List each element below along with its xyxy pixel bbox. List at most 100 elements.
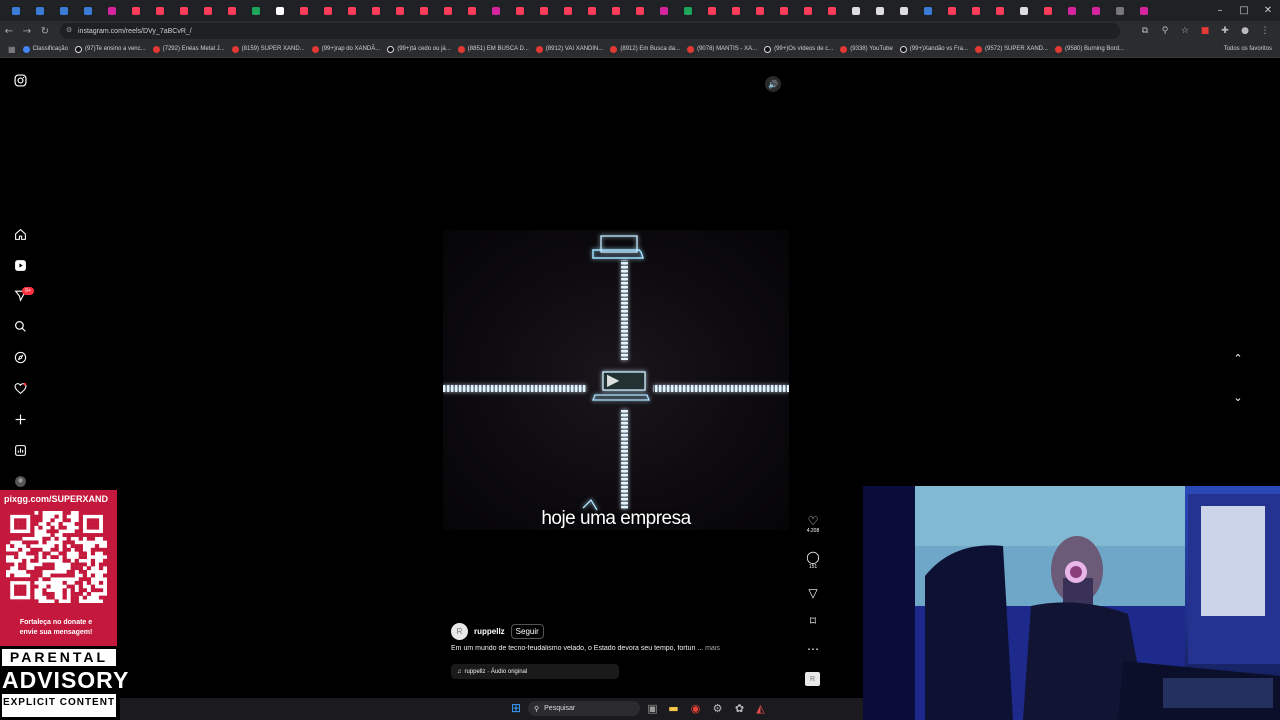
bookmark-item[interactable]: (8159) SUPER XAND... xyxy=(231,45,305,53)
forward-icon[interactable]: → xyxy=(18,21,36,41)
browser-tab[interactable] xyxy=(988,0,1012,21)
notifications-heart-icon[interactable] xyxy=(10,378,30,398)
taskbar-search[interactable]: ⚲ Pesquisar xyxy=(528,701,640,716)
home-icon[interactable] xyxy=(10,224,30,244)
more-link[interactable]: mais xyxy=(705,645,720,652)
browser-tab[interactable] xyxy=(172,0,196,21)
author-avatar[interactable]: R xyxy=(451,623,468,640)
browser-tab[interactable] xyxy=(868,0,892,21)
volume-icon[interactable]: 🔊 xyxy=(765,76,781,92)
browser-tab[interactable] xyxy=(412,0,436,21)
maximize-icon[interactable]: □ xyxy=(1232,0,1256,21)
browser-tab[interactable] xyxy=(604,0,628,21)
browser-tab[interactable] xyxy=(1060,0,1084,21)
browser-tab[interactable] xyxy=(556,0,580,21)
browser-tab[interactable] xyxy=(1012,0,1036,21)
apps-grid-icon[interactable]: ▦ xyxy=(8,45,16,54)
file-explorer-icon[interactable]: ▬ xyxy=(667,702,680,715)
browser-tab[interactable] xyxy=(1036,0,1060,21)
browser-tab[interactable] xyxy=(892,0,916,21)
bookmark-item[interactable]: (99+)tá cedo ou já... xyxy=(387,45,451,53)
browser-tab[interactable] xyxy=(4,0,28,21)
bookmark-item[interactable]: (7292) Enéas Metal J... xyxy=(152,45,225,53)
chrome-icon[interactable]: ◉ xyxy=(689,702,702,715)
browser-tab[interactable] xyxy=(724,0,748,21)
bookmark-item[interactable]: (97)Te ensino a venc... xyxy=(74,45,146,53)
share-button[interactable]: ▽ xyxy=(802,586,824,600)
browser-tab[interactable] xyxy=(100,0,124,21)
browser-tab[interactable] xyxy=(388,0,412,21)
all-bookmarks-link[interactable]: Todos os favoritos xyxy=(1224,46,1272,52)
bookmark-item[interactable]: (9572) SUPER XAND... xyxy=(974,45,1048,53)
browser-tab[interactable] xyxy=(508,0,532,21)
browser-tab[interactable] xyxy=(316,0,340,21)
browser-tab[interactable] xyxy=(676,0,700,21)
bookmark-item[interactable]: (99+)Xandão vs Fra... xyxy=(899,45,968,53)
browser-tab[interactable] xyxy=(148,0,172,21)
task-view-icon[interactable]: ▣ xyxy=(646,702,659,715)
browser-tab[interactable] xyxy=(916,0,940,21)
save-button[interactable]: ⌑ xyxy=(802,614,824,628)
settings-icon[interactable]: ⚙ xyxy=(711,702,724,715)
bookmark-item[interactable]: (9338) YouTube xyxy=(840,45,893,53)
app-icon[interactable]: ✿ xyxy=(733,702,746,715)
explore-icon[interactable] xyxy=(10,347,30,367)
browser-tab[interactable] xyxy=(268,0,292,21)
bookmark-item[interactable]: (8912) Em Busca da... xyxy=(610,45,680,53)
more-options-button[interactable]: ⋯ xyxy=(802,642,824,656)
bookmark-item[interactable]: (9078) MANTIS - XA... xyxy=(687,45,757,53)
comment-button[interactable]: ◯ 151 xyxy=(802,550,824,570)
like-button[interactable]: ♡ 4.208 xyxy=(802,514,824,534)
open-in-app-icon[interactable]: ⧉ xyxy=(1138,26,1152,36)
bookmark-item[interactable]: Classificação xyxy=(22,45,68,53)
browser-tab[interactable] xyxy=(340,0,364,21)
browser-tab[interactable] xyxy=(52,0,76,21)
bookmark-item[interactable]: (8912) VAI XANDIN... xyxy=(535,45,603,53)
browser-tab[interactable] xyxy=(484,0,508,21)
browser-tab[interactable] xyxy=(964,0,988,21)
reels-icon[interactable] xyxy=(10,255,30,275)
instagram-logo-icon[interactable] xyxy=(10,70,30,90)
profile-avatar-icon[interactable] xyxy=(10,471,30,491)
search-icon[interactable] xyxy=(10,316,30,336)
follow-button[interactable]: Seguir xyxy=(510,624,544,639)
profile-icon[interactable]: ● xyxy=(1238,26,1252,36)
browser-tab[interactable] xyxy=(76,0,100,21)
back-icon[interactable]: ← xyxy=(0,21,18,41)
browser-tab[interactable] xyxy=(292,0,316,21)
play-icon[interactable]: ▶ xyxy=(607,370,625,390)
browser-tab[interactable] xyxy=(28,0,52,21)
bookmark-item[interactable]: (8851) EM BUSCA D... xyxy=(457,45,529,53)
extension-icon[interactable]: ■ xyxy=(1198,26,1212,36)
create-icon[interactable] xyxy=(10,409,30,429)
bookmark-item[interactable]: (99+)Os vídeos de c... xyxy=(764,45,833,53)
bookmark-item[interactable]: (99+)rap do XANDÃ... xyxy=(311,45,380,53)
extensions-puzzle-icon[interactable]: ✚ xyxy=(1218,26,1232,36)
menu-icon[interactable]: ⋮ xyxy=(1258,26,1272,36)
browser-tab[interactable] xyxy=(628,0,652,21)
browser-tab[interactable] xyxy=(580,0,604,21)
previous-reel-button[interactable]: ⌃ xyxy=(1227,347,1249,369)
browser-tab[interactable] xyxy=(1132,0,1156,21)
browser-tab[interactable] xyxy=(196,0,220,21)
browser-tab[interactable] xyxy=(796,0,820,21)
bookmark-item[interactable]: (9580) Burning Bord... xyxy=(1055,45,1124,53)
browser-tab[interactable] xyxy=(124,0,148,21)
browser-tab[interactable] xyxy=(1084,0,1108,21)
browser-tab[interactable] xyxy=(460,0,484,21)
reel-video-player[interactable]: 🔊 ▶ hoje uma empresa R ruppellz Seguir E… xyxy=(443,70,789,687)
browser-tab[interactable] xyxy=(532,0,556,21)
audio-thumbnail[interactable]: R xyxy=(805,672,820,686)
browser-tab[interactable] xyxy=(940,0,964,21)
browser-tab[interactable] xyxy=(820,0,844,21)
browser-tab[interactable] xyxy=(700,0,724,21)
browser-tab[interactable] xyxy=(652,0,676,21)
browser-tab[interactable] xyxy=(220,0,244,21)
browser-tab[interactable] xyxy=(244,0,268,21)
browser-tab[interactable] xyxy=(748,0,772,21)
bookmark-star-icon[interactable]: ☆ xyxy=(1178,26,1192,36)
address-bar[interactable]: ⚙ instagram.com/reels/DVy_7aBCvR_/ xyxy=(60,23,1120,39)
next-reel-button[interactable]: ⌄ xyxy=(1227,386,1249,408)
reload-icon[interactable]: ↻ xyxy=(36,21,54,41)
audio-link[interactable]: ♫ ruppellz · Áudio original xyxy=(451,664,619,679)
